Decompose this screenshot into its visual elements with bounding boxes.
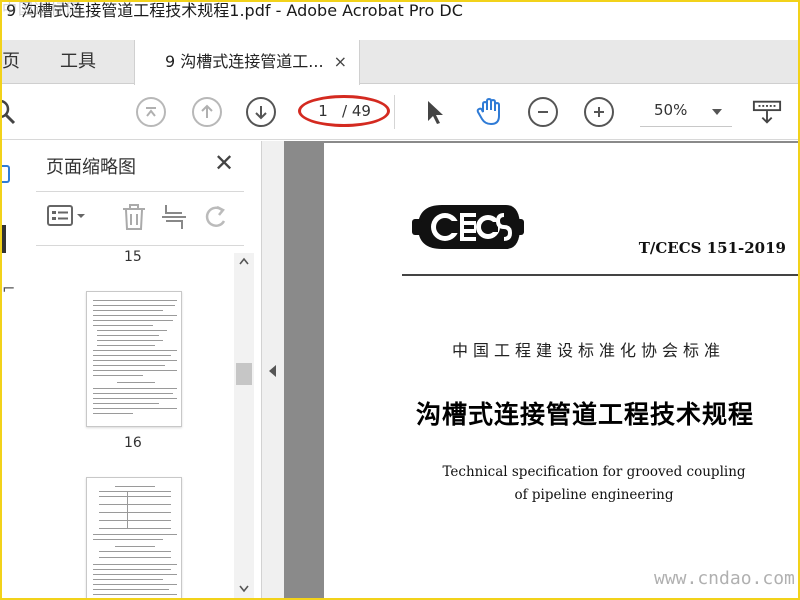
panel-title: 页面缩略图 bbox=[46, 157, 136, 178]
first-page-icon[interactable] bbox=[136, 97, 166, 127]
panel-divider bbox=[36, 245, 244, 246]
header-rule bbox=[402, 274, 798, 276]
title-en-line2: of pipeline engineering bbox=[514, 487, 674, 503]
total-pages: / 49 bbox=[342, 102, 371, 120]
tab-home[interactable]: 页 bbox=[2, 40, 20, 84]
zoom-in-icon[interactable] bbox=[584, 97, 614, 127]
tab-document[interactable]: 9 沟槽式连接管道工... × bbox=[134, 40, 360, 85]
tab-bar: 页 工具 9 沟槽式连接管道工... × bbox=[2, 40, 798, 85]
zoom-out-icon[interactable] bbox=[528, 97, 558, 127]
watermark-top: 中国道标网 bbox=[2, 0, 83, 18]
crop-page-icon[interactable] bbox=[160, 203, 188, 231]
scrollbar-thumb[interactable] bbox=[236, 363, 252, 385]
scroll-mode-icon[interactable] bbox=[752, 97, 782, 127]
zoom-level: 50% bbox=[654, 101, 688, 119]
association-name: 中国工程建设标准化协会标准 bbox=[452, 341, 726, 360]
title-en-line1: Technical specification for grooved coup… bbox=[442, 464, 746, 480]
toolbar-separator bbox=[394, 95, 395, 129]
thumbnail-scrollbar[interactable] bbox=[234, 253, 254, 598]
tab-tools[interactable]: 工具 bbox=[60, 40, 96, 84]
document-page: T/CECS 151-2019 中国工程建设标准化协会标准 沟槽式连接管道工程技… bbox=[324, 143, 798, 598]
rotate-page-icon[interactable] bbox=[202, 203, 230, 231]
document-title-en: Technical specification for grooved coup… bbox=[424, 461, 764, 507]
cecs-logo bbox=[412, 205, 524, 249]
thumbnail-label: 15 bbox=[124, 249, 142, 265]
watermark-bottom: www.cndao.com bbox=[654, 568, 795, 589]
thumbnail-label: 16 bbox=[124, 435, 142, 451]
scroll-down-icon[interactable] bbox=[239, 583, 249, 593]
thumbnail-page-16[interactable] bbox=[86, 291, 182, 427]
thumbnail-page-17[interactable] bbox=[86, 477, 182, 598]
previous-page-icon[interactable] bbox=[192, 97, 222, 127]
attachment-icon[interactable]: ⌐ bbox=[2, 279, 15, 298]
document-title-cn: 沟槽式连接管道工程技术规程 bbox=[416, 400, 755, 429]
zoom-dropdown[interactable]: 50% bbox=[640, 97, 732, 127]
bookmarks-icon[interactable] bbox=[2, 225, 6, 253]
search-icon[interactable] bbox=[0, 97, 18, 127]
hand-icon[interactable] bbox=[474, 97, 504, 127]
page-navigation: / 49 bbox=[298, 95, 392, 128]
chevron-down-icon bbox=[712, 109, 722, 115]
title-bar: 9 沟槽式连接管道工程技术规程1.pdf - Adobe Acrobat Pro… bbox=[2, 1, 798, 40]
options-menu-icon[interactable] bbox=[46, 203, 88, 229]
toolbar: / 49 50% bbox=[0, 85, 798, 140]
document-view[interactable]: T/CECS 151-2019 中国工程建设标准化协会标准 沟槽式连接管道工程技… bbox=[284, 141, 798, 598]
select-arrow-icon[interactable] bbox=[420, 97, 450, 127]
page-thumbnails-panel: 页面缩略图 ✕ 15 16 bbox=[26, 141, 262, 598]
scroll-up-icon[interactable] bbox=[239, 257, 249, 267]
panel-divider bbox=[36, 191, 244, 192]
collapse-left-icon[interactable] bbox=[269, 365, 276, 377]
page-thumbnails-icon[interactable] bbox=[2, 165, 10, 183]
left-navigation-rail: ⌐ bbox=[2, 141, 26, 598]
document-tab-label: 9 沟槽式连接管道工... bbox=[165, 52, 324, 71]
delete-page-icon[interactable] bbox=[120, 203, 148, 231]
next-page-icon[interactable] bbox=[246, 97, 276, 127]
current-page-input[interactable] bbox=[306, 98, 340, 124]
close-panel-icon[interactable]: ✕ bbox=[214, 149, 234, 177]
close-tab-icon[interactable]: × bbox=[334, 40, 347, 84]
panel-collapse-strip[interactable] bbox=[262, 141, 284, 598]
standard-number: T/CECS 151-2019 bbox=[638, 239, 786, 257]
